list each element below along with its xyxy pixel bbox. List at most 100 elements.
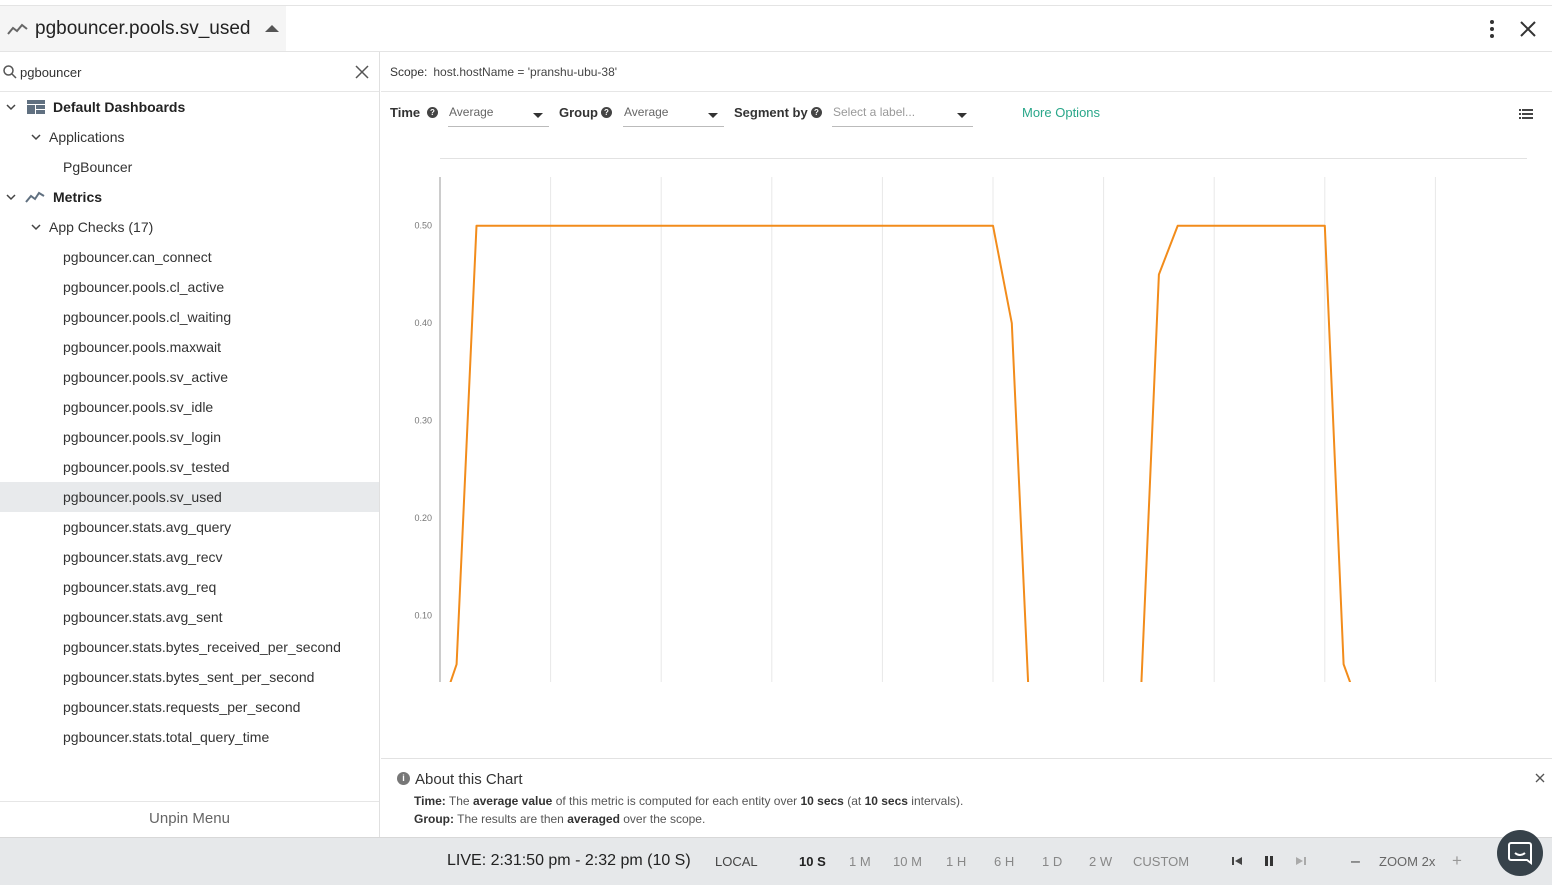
more-options-link[interactable]: More Options <box>1022 105 1100 120</box>
chart-controls: Time ? Average Group ? Average Segment b… <box>381 93 1552 143</box>
chevron-down-icon[interactable] <box>6 192 16 202</box>
panel-header: pgbouncer.pools.sv_used <box>0 6 1552 52</box>
tree-item-metric[interactable]: pgbouncer.pools.sv_used <box>0 482 379 512</box>
range-button-1d[interactable]: 1 D <box>1042 854 1062 869</box>
tree-item-label: Applications <box>49 129 125 145</box>
range-button-1m[interactable]: 1 M <box>849 854 871 869</box>
time-navigation-bar: LIVE: 2:31:50 pm - 2:32 pm (10 S) LOCAL … <box>0 837 1552 885</box>
search-icon <box>3 65 17 79</box>
tree-item-label: pgbouncer.pools.sv_tested <box>63 459 230 475</box>
pause-icon[interactable] <box>1263 855 1275 867</box>
range-button-2w[interactable]: 2 W <box>1089 854 1112 869</box>
y-tick-label: 0.10 <box>414 611 432 621</box>
info-icon: i <box>397 772 410 785</box>
tree-item-label: pgbouncer.stats.avg_query <box>63 519 232 535</box>
range-button-1h[interactable]: 1 H <box>946 854 966 869</box>
collapse-caret-icon[interactable] <box>264 25 279 32</box>
chart-top-divider <box>440 158 1527 159</box>
tree-item-metric[interactable]: pgbouncer.stats.avg_recv <box>0 542 379 572</box>
skip-back-icon[interactable] <box>1231 855 1243 867</box>
tree-item-label: Default Dashboards <box>53 99 186 115</box>
tree-item-label: pgbouncer.pools.cl_active <box>63 279 225 295</box>
tree-item-metric[interactable]: pgbouncer.pools.maxwait <box>0 332 379 362</box>
tree-item-app-checks[interactable]: App Checks (17) <box>0 212 379 242</box>
group-aggregation-select[interactable]: Average <box>623 101 724 127</box>
tree-item-pgbouncer-app[interactable]: PgBouncer <box>0 152 379 182</box>
tree-item-metric[interactable]: pgbouncer.stats.avg_sent <box>0 602 379 632</box>
tree-item-metric[interactable]: pgbouncer.stats.bytes_received_per_secon… <box>0 632 379 662</box>
tree-item-label: Metrics <box>53 189 103 205</box>
zoom-level: ZOOM 2x <box>1379 854 1436 869</box>
zoom-in-button[interactable]: + <box>1452 851 1462 871</box>
tree-item-metric[interactable]: pgbouncer.pools.sv_tested <box>0 452 379 482</box>
tree-item-metric[interactable]: pgbouncer.pools.sv_idle <box>0 392 379 422</box>
chevron-down-icon[interactable] <box>31 222 41 232</box>
range-button-10m[interactable]: 10 M <box>893 854 922 869</box>
tree-item-metric[interactable]: pgbouncer.pools.sv_login <box>0 422 379 452</box>
tree-item-metric[interactable]: pgbouncer.stats.requests_per_second <box>0 692 379 722</box>
tree-item-label: pgbouncer.pools.sv_active <box>63 369 228 385</box>
search-bar <box>0 52 379 92</box>
tree-item-metric[interactable]: pgbouncer.pools.sv_active <box>0 362 379 392</box>
chat-support-button[interactable] <box>1497 830 1543 876</box>
live-time-range[interactable]: LIVE: 2:31:50 pm - 2:32 pm (10 S) <box>447 852 691 870</box>
tree-item-label: pgbouncer.stats.bytes_received_per_secon… <box>63 639 341 655</box>
tree-item-applications[interactable]: Applications <box>0 122 379 152</box>
sidebar: Default Dashboards Applications PgBounce… <box>0 52 380 837</box>
segment-by-select[interactable]: Select a label... <box>832 101 973 127</box>
line-chart-icon <box>25 191 45 203</box>
unpin-menu-button[interactable]: Unpin Menu <box>0 801 379 837</box>
close-icon[interactable] <box>1535 773 1545 783</box>
time-label: Time <box>390 105 421 120</box>
time-aggregation-value: Average <box>449 105 494 119</box>
help-icon[interactable]: ? <box>601 107 612 118</box>
help-icon[interactable]: ? <box>427 107 438 118</box>
tree-item-label: pgbouncer.stats.bytes_sent_per_second <box>63 669 315 685</box>
tree-item-metric[interactable]: pgbouncer.pools.cl_active <box>0 272 379 302</box>
chevron-down-icon <box>957 113 967 118</box>
about-time-description: Time: The average value of this metric i… <box>414 794 964 808</box>
chat-icon <box>1508 842 1532 865</box>
tree-item-metric[interactable]: pgbouncer.stats.total_query_time <box>0 722 379 752</box>
line-chart: 02:2202:2302:2402:2502:2602:2702:2802:29… <box>414 177 1436 682</box>
range-button-6h[interactable]: 6 H <box>994 854 1014 869</box>
tree-item-default-dashboards[interactable]: Default Dashboards <box>0 92 379 122</box>
page-title: pgbouncer.pools.sv_used <box>35 17 251 39</box>
search-input[interactable] <box>20 61 340 83</box>
timezone-toggle[interactable]: LOCAL <box>715 854 758 869</box>
clear-search-icon[interactable] <box>355 65 369 79</box>
tree-item-label: pgbouncer.pools.sv_login <box>63 429 222 445</box>
skip-forward-icon[interactable] <box>1295 855 1307 867</box>
tree-item-label: pgbouncer.stats.avg_recv <box>63 549 223 565</box>
tree-item-metric[interactable]: pgbouncer.stats.avg_query <box>0 512 379 542</box>
about-chart-panel: i About this Chart Time: The average val… <box>381 758 1552 837</box>
zoom-out-button[interactable]: – <box>1351 853 1360 871</box>
help-icon[interactable]: ? <box>811 107 822 118</box>
tree-item-metric[interactable]: pgbouncer.can_connect <box>0 242 379 272</box>
y-tick-label: 0.40 <box>414 318 432 328</box>
chevron-down-icon[interactable] <box>6 102 16 112</box>
y-tick-label: 0.30 <box>414 416 432 426</box>
tree-item-metric[interactable]: pgbouncer.pools.cl_waiting <box>0 302 379 332</box>
scope-bar: Scope: host.hostName = 'pranshu-ubu-38' <box>381 52 1552 92</box>
range-button-custom[interactable]: CUSTOM <box>1133 854 1189 869</box>
group-label: Group <box>559 105 598 120</box>
more-menu-icon[interactable] <box>1484 16 1500 42</box>
tree-item-metric[interactable]: pgbouncer.stats.avg_req <box>0 572 379 602</box>
metric-title-tab[interactable]: pgbouncer.pools.sv_used <box>0 6 286 51</box>
tree-item-label: pgbouncer.pools.maxwait <box>63 339 221 355</box>
range-button-10s[interactable]: 10 S <box>799 854 826 869</box>
y-tick-label: 0.50 <box>414 221 432 231</box>
y-tick-label: 0.20 <box>414 513 432 523</box>
scope-value[interactable]: host.hostName = 'pranshu-ubu-38' <box>433 65 617 79</box>
tree-item-metrics[interactable]: Metrics <box>0 182 379 212</box>
series-line <box>449 224 1352 682</box>
tree-item-label: pgbouncer.pools.cl_waiting <box>63 309 232 325</box>
time-aggregation-select[interactable]: Average <box>448 101 549 127</box>
chevron-down-icon <box>708 113 718 118</box>
chevron-down-icon[interactable] <box>31 132 41 142</box>
list-icon[interactable] <box>1519 108 1533 120</box>
tree-item-metric[interactable]: pgbouncer.stats.bytes_sent_per_second <box>0 662 379 692</box>
chevron-down-icon <box>533 113 543 118</box>
close-icon[interactable] <box>1516 17 1540 41</box>
